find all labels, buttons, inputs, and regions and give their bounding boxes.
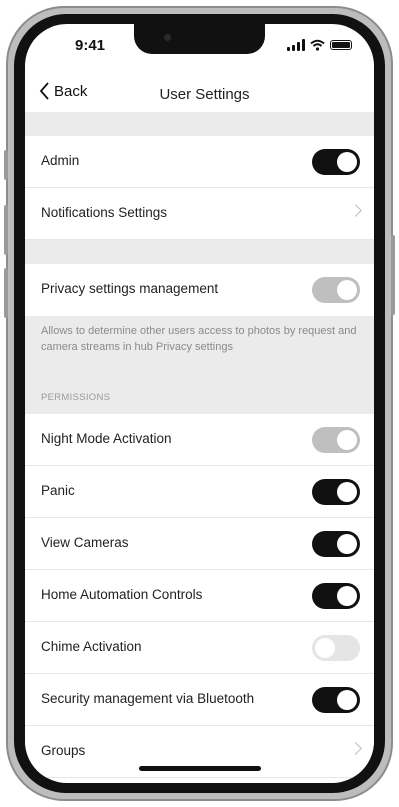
night-mode-label: Night Mode Activation (41, 431, 172, 446)
privacy-settings-label: Privacy settings management (41, 281, 219, 296)
admin-row: Admin (25, 136, 374, 188)
notch (134, 24, 265, 54)
bluetooth-label: Security management via Bluetooth (41, 691, 255, 706)
signal-icon (287, 39, 305, 51)
battery-icon (330, 40, 352, 50)
volume-down-button (4, 268, 8, 318)
home-indicator[interactable] (139, 766, 261, 771)
power-button (391, 235, 395, 315)
notifications-settings-row[interactable]: Notifications Settings (25, 188, 374, 240)
view-cameras-row: View Cameras (25, 518, 374, 570)
privacy-description: Allows to determine other users access t… (41, 325, 357, 353)
mute-switch (4, 150, 8, 180)
admin-label: Admin (41, 153, 80, 168)
permissions-header: PERMISSIONS (41, 392, 111, 403)
bluetooth-toggle[interactable] (312, 687, 360, 713)
home-automation-toggle[interactable] (312, 583, 360, 609)
privacy-settings-toggle[interactable] (312, 277, 360, 303)
night-mode-row: Night Mode Activation (25, 414, 374, 466)
volume-up-button (4, 205, 8, 255)
page-title: User Settings (159, 86, 250, 103)
chevron-right-icon (349, 742, 362, 755)
section-separator (25, 112, 374, 136)
section-separator (25, 240, 374, 264)
screen: 9:41 Back User Settings Admin Notificati… (25, 24, 374, 783)
status-time: 9:41 (75, 37, 106, 54)
navigation-bar: Back User Settings (25, 76, 374, 112)
chevron-right-icon (349, 204, 362, 217)
panic-label: Panic (41, 483, 75, 498)
status-icons (287, 38, 352, 52)
camera-icon (164, 34, 171, 41)
bluetooth-row: Security management via Bluetooth (25, 674, 374, 726)
chime-activation-row: Chime Activation (25, 622, 374, 674)
chime-activation-label: Chime Activation (41, 639, 142, 654)
panic-row: Panic (25, 466, 374, 518)
chime-activation-toggle[interactable] (312, 635, 360, 661)
admin-toggle[interactable] (312, 149, 360, 175)
home-automation-row: Home Automation Controls (25, 570, 374, 622)
notifications-settings-label: Notifications Settings (41, 205, 168, 220)
wifi-icon (310, 39, 325, 51)
view-cameras-label: View Cameras (41, 535, 129, 550)
home-automation-label: Home Automation Controls (41, 587, 203, 602)
night-mode-toggle[interactable] (312, 427, 360, 453)
groups-label: Groups (41, 743, 86, 758)
panic-toggle[interactable] (312, 479, 360, 505)
view-cameras-toggle[interactable] (312, 531, 360, 557)
privacy-description-block: Allows to determine other users access t… (25, 316, 374, 414)
privacy-settings-row: Privacy settings management (25, 264, 374, 316)
